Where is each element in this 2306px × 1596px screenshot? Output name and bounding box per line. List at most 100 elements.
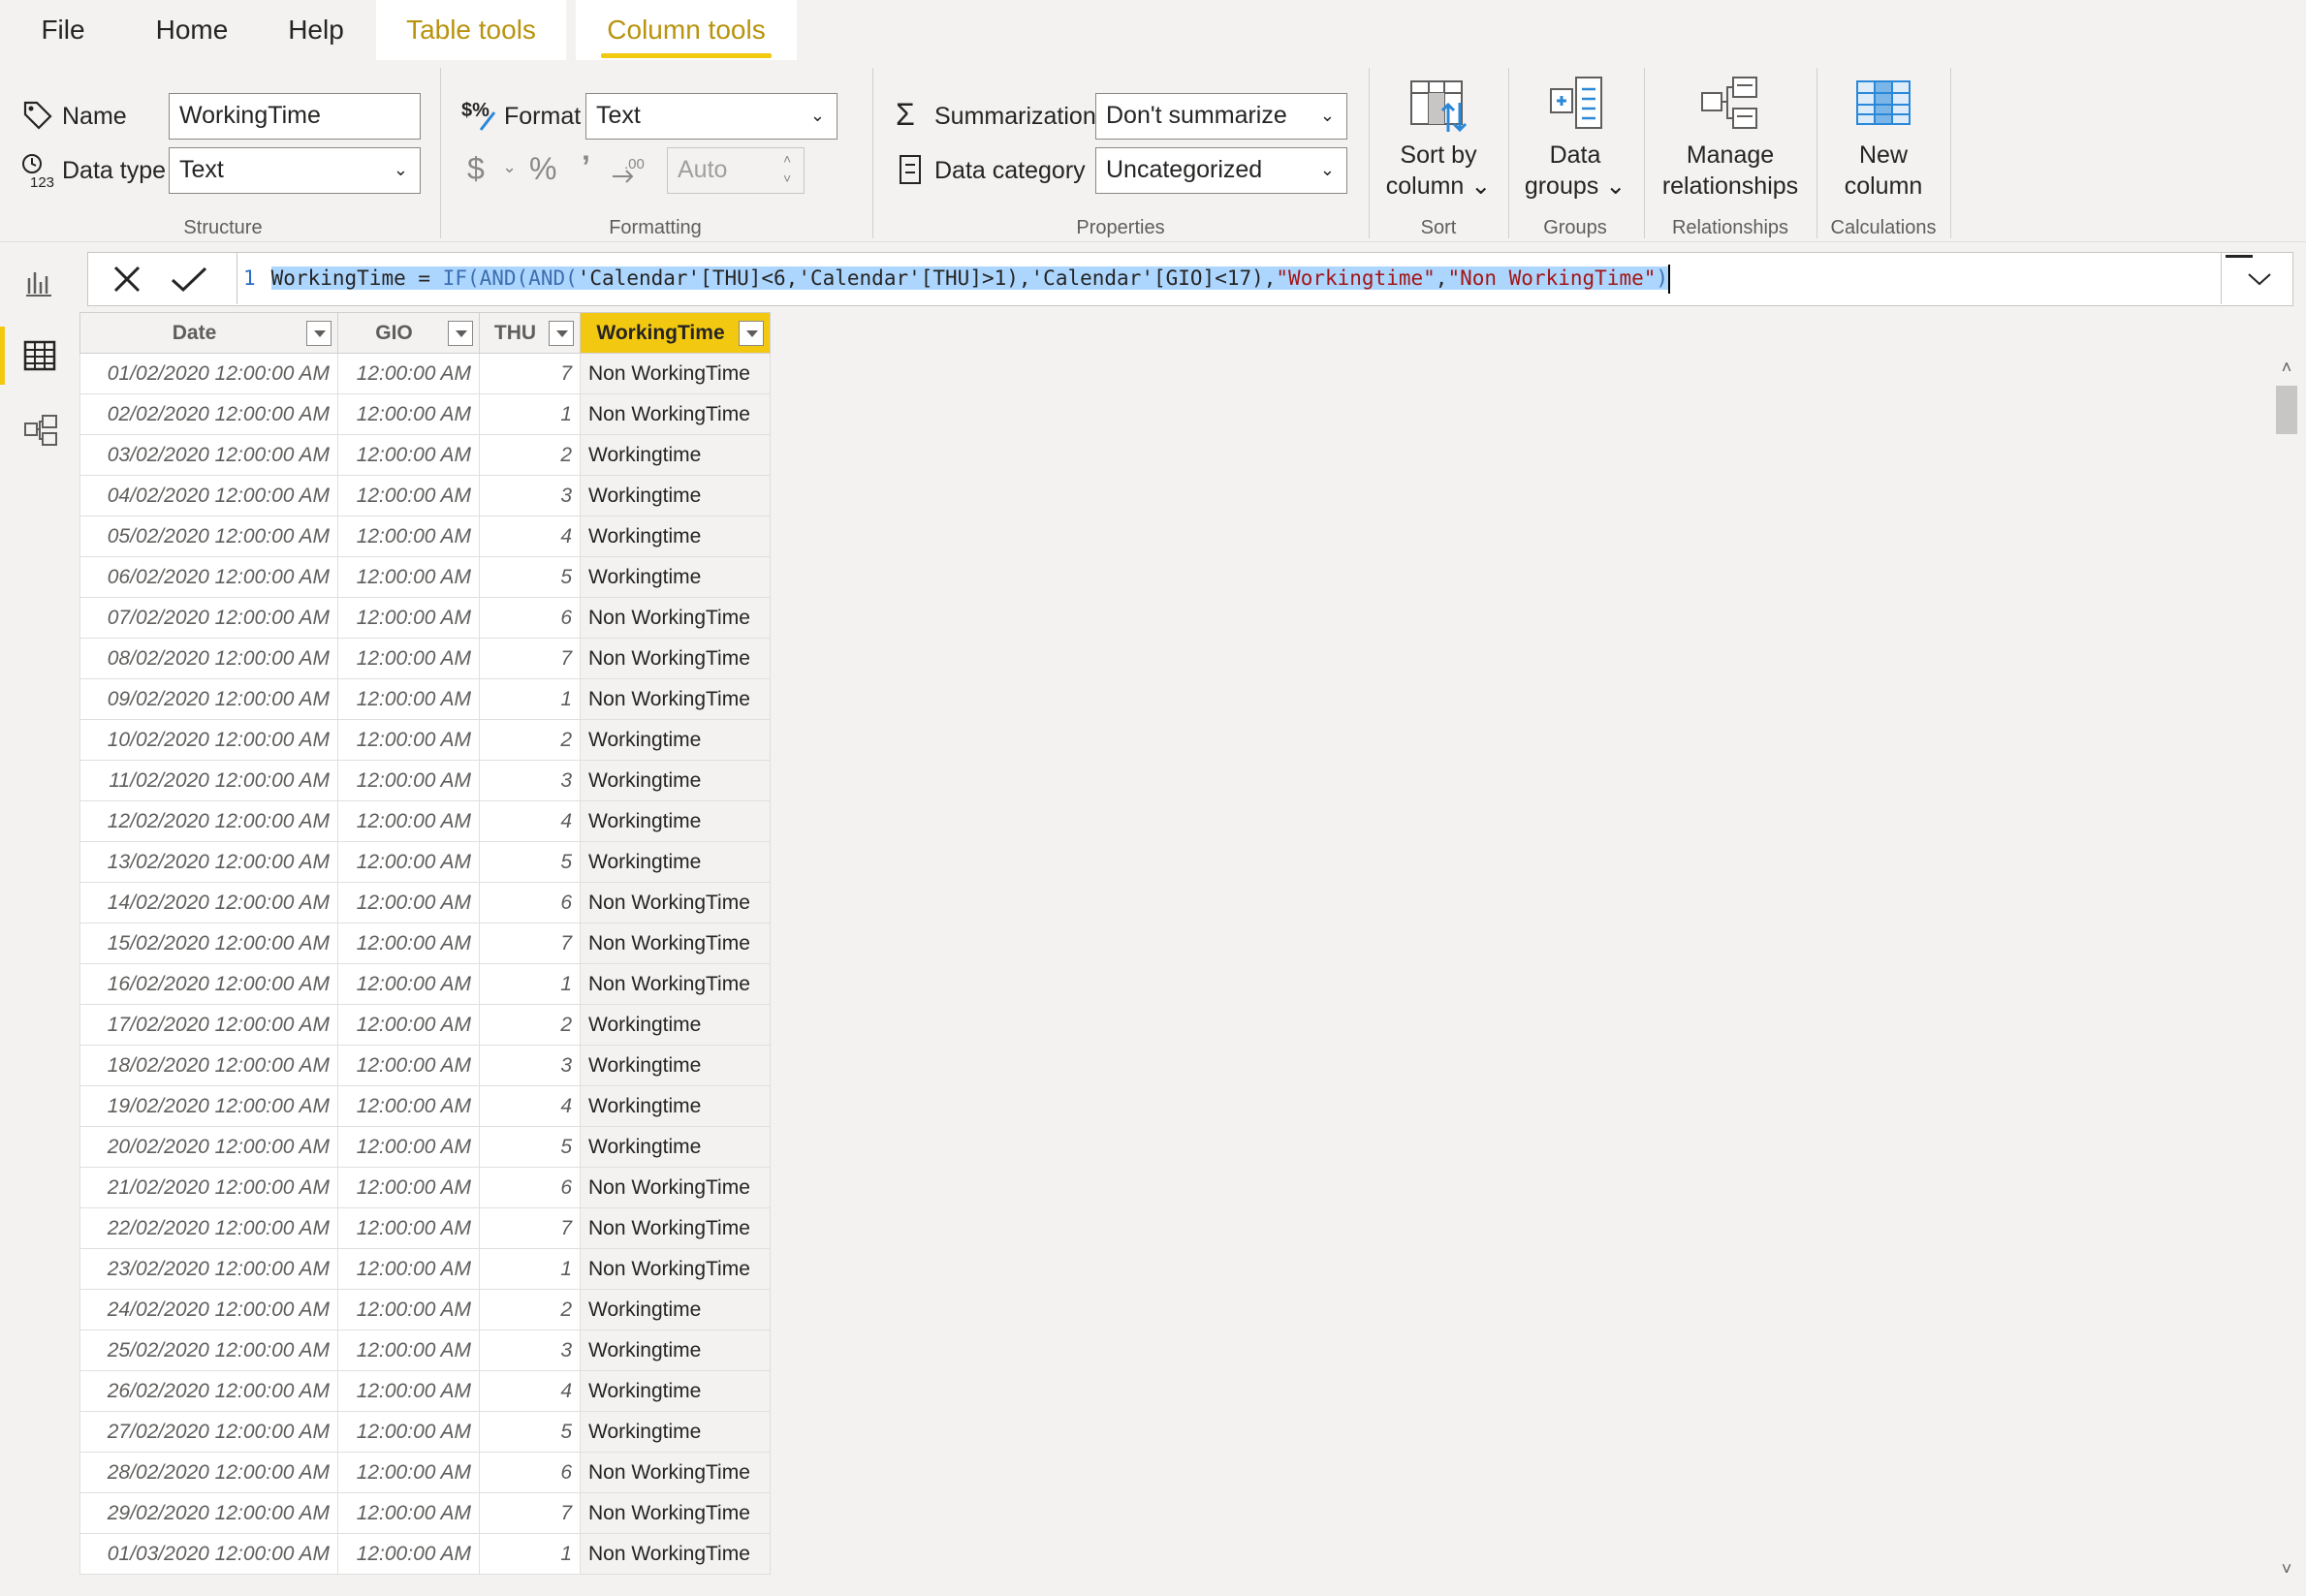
thu-cell[interactable]: 4 [479,1085,581,1127]
table-row[interactable]: 13/02/2020 12:00:00 AM 12:00:00 AM 5 Workin… [79,841,771,883]
workingtime-cell[interactable]: Non WorkingTime [580,1207,771,1249]
gio-cell[interactable]: 12:00:00 AM [337,393,480,435]
table-row[interactable]: 10/02/2020 12:00:00 AM 12:00:00 AM 2 Workin… [79,719,771,761]
thu-cell[interactable]: 5 [479,841,581,883]
date-cell[interactable]: 16/02/2020 12:00:00 AM [79,963,338,1005]
gio-cell[interactable]: 12:00:00 AM [337,516,480,557]
date-cell[interactable]: 10/02/2020 12:00:00 AM [79,719,338,761]
workingtime-cell[interactable]: Workingtime [580,1126,771,1168]
date-cell[interactable]: 02/02/2020 12:00:00 AM [79,393,338,435]
table-row[interactable]: 01/03/2020 12:00:00 AM 12:00:00 AM 1 Non Wo… [79,1533,771,1575]
thu-cell[interactable]: 2 [479,1289,581,1330]
table-row[interactable]: 19/02/2020 12:00:00 AM 12:00:00 AM 4 Workin… [79,1085,771,1127]
column-header-gio[interactable]: GIO [337,312,480,354]
date-cell[interactable]: 28/02/2020 12:00:00 AM [79,1452,338,1493]
table-row[interactable]: 12/02/2020 12:00:00 AM 12:00:00 AM 4 Workin… [79,800,771,842]
gio-cell[interactable]: 12:00:00 AM [337,353,480,394]
gio-cell[interactable]: 12:00:00 AM [337,800,480,842]
thu-cell[interactable]: 4 [479,1370,581,1412]
thu-cell[interactable]: 7 [479,353,581,394]
workingtime-cell[interactable]: Workingtime [580,1085,771,1127]
filter-dropdown-icon[interactable] [739,321,764,346]
thu-cell[interactable]: 5 [479,1411,581,1453]
gio-cell[interactable]: 12:00:00 AM [337,1207,480,1249]
model-view-button[interactable] [0,392,78,466]
formula-editor[interactable]: 1 WorkingTime = IF(AND(AND('Calendar'[THU… [243,253,1671,304]
thu-cell[interactable]: 5 [479,1126,581,1168]
gio-cell[interactable]: 12:00:00 AM [337,597,480,639]
gio-cell[interactable]: 12:00:00 AM [337,1004,480,1046]
new-column-button[interactable]: New column [1820,60,1946,213]
gio-cell[interactable]: 12:00:00 AM [337,1452,480,1493]
thu-cell[interactable]: 2 [479,434,581,476]
decimal-places-icon[interactable]: .00 [611,153,649,188]
column-name-input[interactable]: WorkingTime [169,93,421,140]
thu-cell[interactable]: 4 [479,800,581,842]
date-cell[interactable]: 23/02/2020 12:00:00 AM [79,1248,338,1290]
workingtime-cell[interactable]: Workingtime [580,556,771,598]
expand-formula-button[interactable] [2221,253,2292,304]
date-cell[interactable]: 01/03/2020 12:00:00 AM [79,1533,338,1575]
date-cell[interactable]: 29/02/2020 12:00:00 AM [79,1492,338,1534]
column-header-date[interactable]: Date [79,312,338,354]
workingtime-cell[interactable]: Non WorkingTime [580,1167,771,1208]
format-select[interactable]: Text ⌄ [585,93,837,140]
gio-cell[interactable]: 12:00:00 AM [337,841,480,883]
date-cell[interactable]: 21/02/2020 12:00:00 AM [79,1167,338,1208]
date-cell[interactable]: 09/02/2020 12:00:00 AM [79,678,338,720]
gio-cell[interactable]: 12:00:00 AM [337,638,480,679]
chevron-down-icon[interactable]: ⌄ [502,157,517,177]
gio-cell[interactable]: 12:00:00 AM [337,434,480,476]
tab-file[interactable]: File [21,0,105,60]
gio-cell[interactable]: 12:00:00 AM [337,1289,480,1330]
workingtime-cell[interactable]: Non WorkingTime [580,882,771,923]
table-row[interactable]: 29/02/2020 12:00:00 AM 12:00:00 AM 7 Non Wo… [79,1492,771,1534]
data-category-select[interactable]: Uncategorized ⌄ [1095,147,1347,194]
date-cell[interactable]: 20/02/2020 12:00:00 AM [79,1126,338,1168]
workingtime-cell[interactable]: Non WorkingTime [580,1248,771,1290]
table-row[interactable]: 22/02/2020 12:00:00 AM 12:00:00 AM 7 Non Wo… [79,1207,771,1249]
workingtime-cell[interactable]: Non WorkingTime [580,923,771,964]
gio-cell[interactable]: 12:00:00 AM [337,1370,480,1412]
gio-cell[interactable]: 12:00:00 AM [337,1085,480,1127]
table-row[interactable]: 03/02/2020 12:00:00 AM 12:00:00 AM 2 Workin… [79,434,771,476]
workingtime-cell[interactable]: Workingtime [580,434,771,476]
gio-cell[interactable]: 12:00:00 AM [337,760,480,801]
workingtime-cell[interactable]: Workingtime [580,1045,771,1086]
gio-cell[interactable]: 12:00:00 AM [337,475,480,516]
thu-cell[interactable]: 3 [479,1045,581,1086]
thu-cell[interactable]: 1 [479,393,581,435]
workingtime-cell[interactable]: Workingtime [580,1004,771,1046]
comma-style-icon[interactable]: ’ [582,149,590,185]
table-row[interactable]: 04/02/2020 12:00:00 AM 12:00:00 AM 3 Workin… [79,475,771,516]
column-header-workingtime[interactable]: WorkingTime [580,312,771,354]
thu-cell[interactable]: 7 [479,638,581,679]
thu-cell[interactable]: 3 [479,1330,581,1371]
workingtime-cell[interactable]: Workingtime [580,1289,771,1330]
thu-cell[interactable]: 6 [479,1167,581,1208]
table-row[interactable]: 06/02/2020 12:00:00 AM 12:00:00 AM 5 Workin… [79,556,771,598]
date-cell[interactable]: 14/02/2020 12:00:00 AM [79,882,338,923]
gio-cell[interactable]: 12:00:00 AM [337,1248,480,1290]
thu-cell[interactable]: 7 [479,923,581,964]
table-row[interactable]: 23/02/2020 12:00:00 AM 12:00:00 AM 1 Non Wo… [79,1248,771,1290]
summarization-select[interactable]: Don't summarize ⌄ [1095,93,1347,140]
gio-cell[interactable]: 12:00:00 AM [337,1411,480,1453]
gio-cell[interactable]: 12:00:00 AM [337,923,480,964]
workingtime-cell[interactable]: Non WorkingTime [580,393,771,435]
thu-cell[interactable]: 3 [479,475,581,516]
workingtime-cell[interactable]: Workingtime [580,800,771,842]
tab-help[interactable]: Help [271,0,361,60]
table-row[interactable]: 08/02/2020 12:00:00 AM 12:00:00 AM 7 Non Wo… [79,638,771,679]
tab-table-tools[interactable]: Table tools [376,0,566,60]
table-row[interactable]: 21/02/2020 12:00:00 AM 12:00:00 AM 6 Non Wo… [79,1167,771,1208]
date-cell[interactable]: 01/02/2020 12:00:00 AM [79,353,338,394]
table-row[interactable]: 17/02/2020 12:00:00 AM 12:00:00 AM 2 Workin… [79,1004,771,1046]
gio-cell[interactable]: 12:00:00 AM [337,1492,480,1534]
sort-by-column-button[interactable]: Sort by column ⌄ [1376,60,1500,213]
workingtime-cell[interactable]: Workingtime [580,841,771,883]
date-cell[interactable]: 26/02/2020 12:00:00 AM [79,1370,338,1412]
data-view-button[interactable] [0,319,78,392]
table-row[interactable]: 18/02/2020 12:00:00 AM 12:00:00 AM 3 Workin… [79,1045,771,1086]
date-cell[interactable]: 05/02/2020 12:00:00 AM [79,516,338,557]
